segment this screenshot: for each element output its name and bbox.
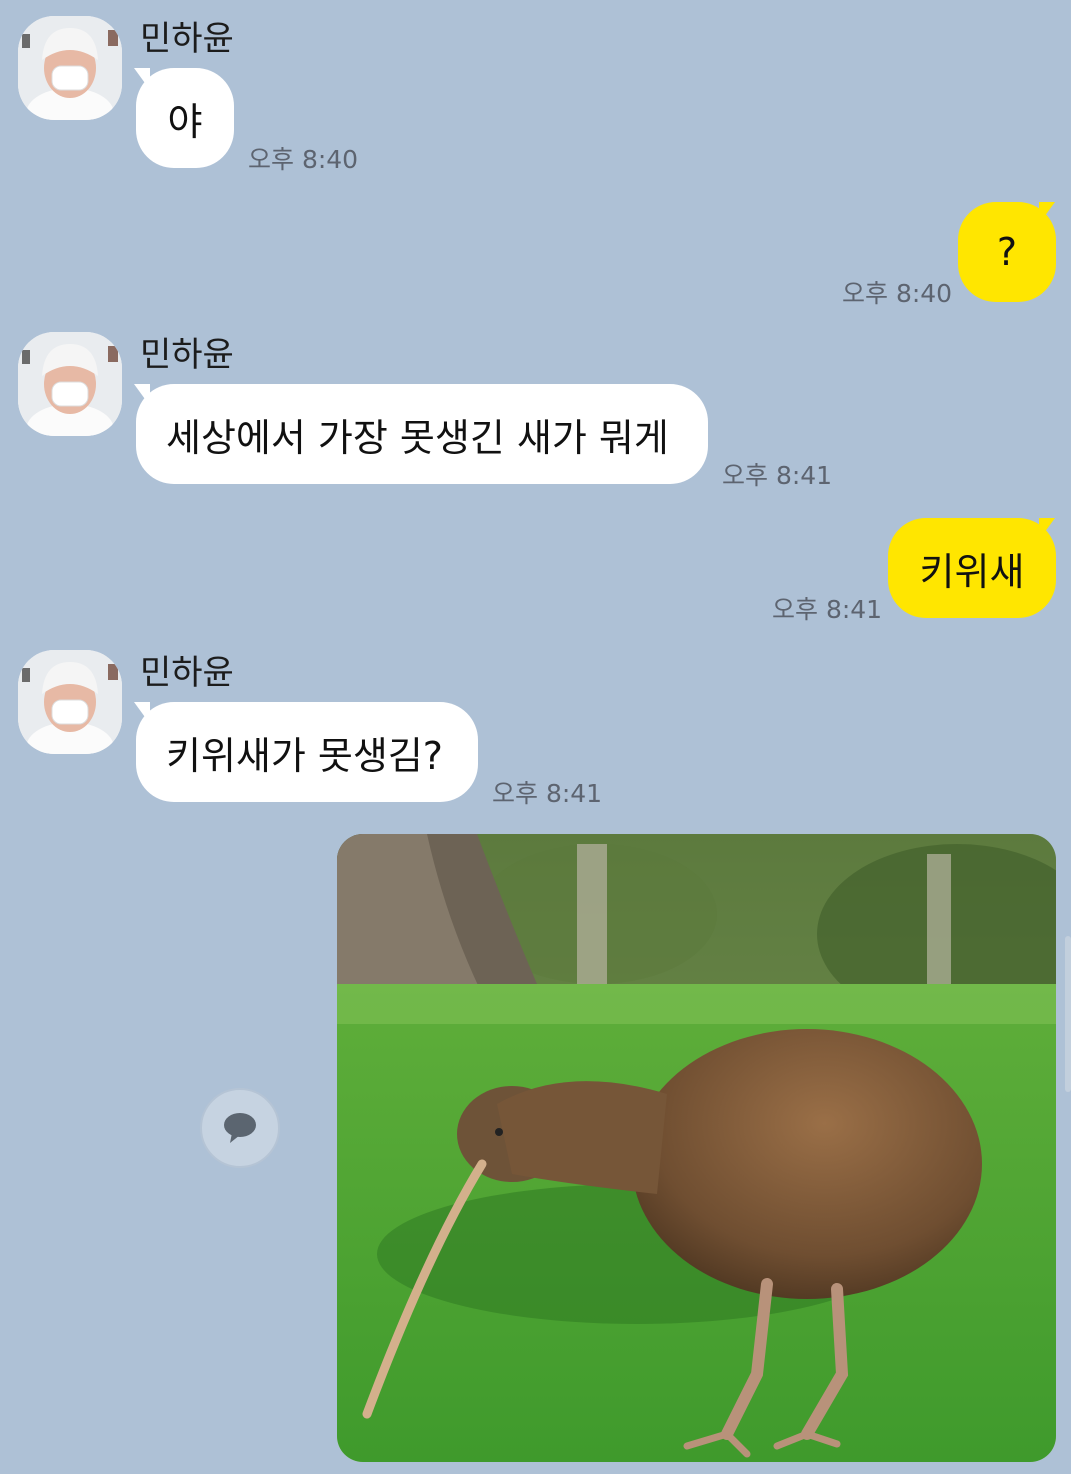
scrollbar[interactable] bbox=[1065, 936, 1071, 1092]
message-timestamp: 오후 8:40 bbox=[248, 145, 359, 174]
message-timestamp: 오후 8:41 bbox=[492, 779, 603, 808]
sender-name: 민하윤 bbox=[140, 19, 234, 59]
message-text: 키위새가 못생김? bbox=[166, 733, 443, 778]
message-timestamp: 오후 8:40 bbox=[842, 279, 953, 308]
avatar-image bbox=[18, 650, 122, 754]
sender-avatar[interactable] bbox=[18, 332, 122, 436]
kiwi-bird-photo[interactable] bbox=[337, 834, 1056, 1462]
avatar-image bbox=[18, 332, 122, 436]
message-text: ? bbox=[996, 230, 1018, 274]
message-text: 야 bbox=[167, 99, 203, 144]
message-bubble-incoming[interactable]: 키위새가 못생김? bbox=[136, 702, 478, 802]
message-bubble-outgoing[interactable]: ? bbox=[958, 202, 1056, 302]
avatar-image bbox=[18, 16, 122, 120]
kiwi-bird-image bbox=[337, 834, 1056, 1462]
message-bubble-incoming[interactable]: 야 bbox=[136, 68, 234, 168]
reply-button[interactable] bbox=[200, 1088, 280, 1168]
sender-avatar[interactable] bbox=[18, 16, 122, 120]
message-text: 키위새 bbox=[919, 549, 1025, 594]
message-text: 세상에서 가장 못생긴 새가 뭐게 bbox=[166, 415, 669, 460]
sender-avatar[interactable] bbox=[18, 650, 122, 754]
sender-name: 민하윤 bbox=[140, 335, 234, 375]
message-timestamp: 오후 8:41 bbox=[772, 595, 883, 624]
speech-bubble-icon bbox=[224, 1113, 256, 1143]
message-bubble-incoming[interactable]: 세상에서 가장 못생긴 새가 뭐게 bbox=[136, 384, 708, 484]
message-timestamp: 오후 8:41 bbox=[722, 461, 833, 490]
sender-name: 민하윤 bbox=[140, 653, 234, 693]
message-bubble-outgoing[interactable]: 키위새 bbox=[888, 518, 1056, 618]
